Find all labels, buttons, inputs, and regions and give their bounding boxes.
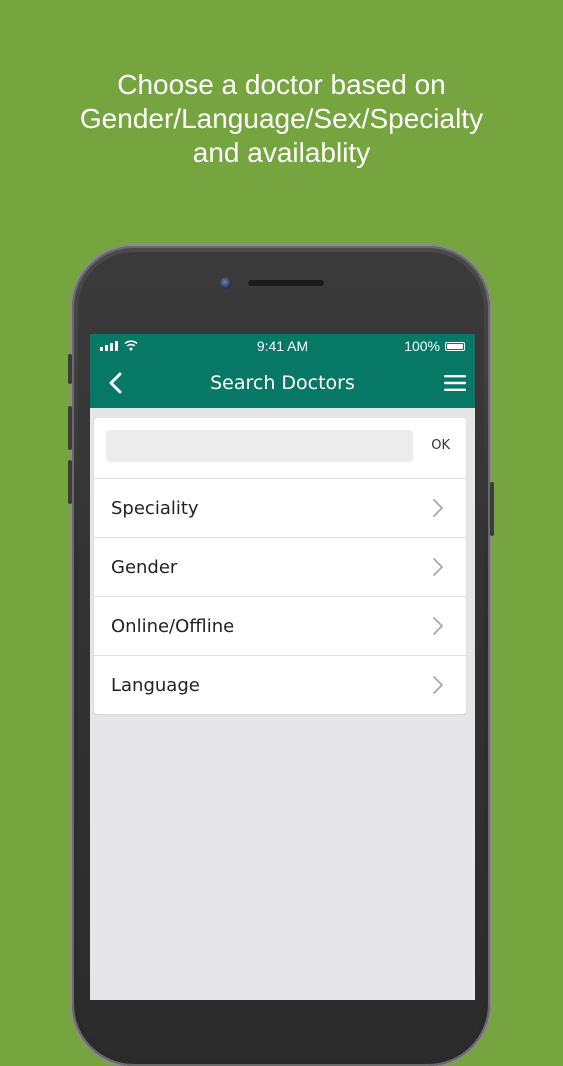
filter-label: Online/Offline (111, 616, 235, 637)
page-title: Search Doctors (210, 372, 355, 394)
status-bar: 9:41 AM 100% (90, 334, 475, 358)
nav-bar: Search Doctors (90, 358, 475, 408)
battery-percent: 100% (404, 338, 440, 354)
battery-icon (445, 341, 465, 351)
promo-line: Gender/Language/Sex/Specialty (79, 103, 484, 134)
volume-down-button (68, 460, 72, 504)
promo-line: Choose a doctor based on (117, 69, 446, 100)
speaker-grille (248, 280, 324, 286)
volume-up-button (68, 406, 72, 450)
chevron-right-icon (433, 676, 443, 694)
filter-label: Speciality (111, 498, 199, 519)
promo-line: and availablity (192, 137, 371, 168)
chevron-right-icon (433, 617, 443, 635)
battery-status: 100% (404, 338, 465, 354)
filter-label: Gender (111, 557, 178, 578)
search-input[interactable] (106, 430, 413, 462)
filter-item-gender[interactable]: Gender (94, 538, 466, 597)
promo-heading: Choose a doctor based on Gender/Language… (0, 68, 563, 170)
chevron-right-icon (433, 499, 443, 517)
mute-switch (68, 354, 72, 384)
chevron-right-icon (433, 558, 443, 576)
filter-label: Language (111, 675, 200, 696)
app-screen: 9:41 AM 100% Search Doctors OK Specialit… (90, 334, 475, 1000)
filter-item-language[interactable]: Language (94, 656, 466, 714)
search-row: OK (94, 418, 466, 479)
filter-item-speciality[interactable]: Speciality (94, 479, 466, 538)
power-button (490, 482, 494, 536)
search-card: OK Speciality Gender Online/Offline Lang… (94, 418, 466, 714)
ok-button[interactable]: OK (431, 438, 450, 453)
hamburger-menu-icon[interactable] (443, 373, 467, 393)
camera-icon (220, 277, 232, 289)
filter-item-online-offline[interactable]: Online/Offline (94, 597, 466, 656)
